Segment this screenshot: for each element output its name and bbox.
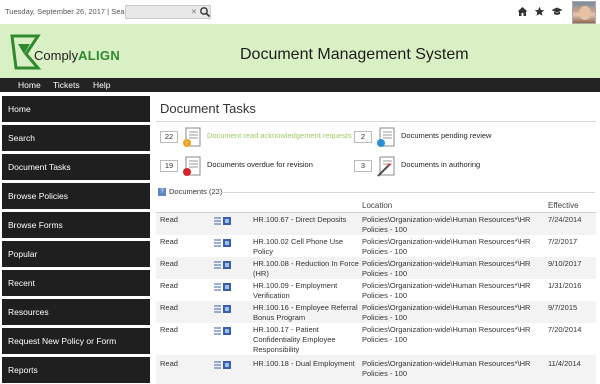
pending-review-icon[interactable]: [376, 127, 396, 149]
table-row[interactable]: Read HR.100.08 - Reduction In Force (HR) …: [156, 257, 596, 279]
list-details-icon[interactable]: [214, 360, 232, 370]
document-location: Policies\Organization-wide\Human Resourc…: [362, 359, 531, 378]
authoring-icon[interactable]: [376, 156, 396, 178]
document-title[interactable]: HR.100.18 - Dual Employment: [253, 359, 355, 369]
sidebar-item-popular[interactable]: Popular: [2, 241, 150, 267]
table-row[interactable]: Read HR.100.02 Cell Phone Use Policy Poli…: [156, 235, 596, 257]
effective-date: 7/20/2014: [548, 325, 582, 334]
sidebar-item-browse-forms[interactable]: Browse Forms: [2, 212, 150, 238]
document-title[interactable]: HR.100.09 - Employment Verification: [253, 281, 337, 301]
document-title[interactable]: HR.100.02 Cell Phone Use Policy: [253, 237, 343, 257]
task-count-authoring: 3: [354, 160, 372, 172]
effective-date: 9/10/2017: [548, 259, 582, 268]
effective-date: 7/2/2017: [548, 237, 578, 246]
list-details-icon[interactable]: [214, 326, 232, 336]
sidebar: Home Search Document Tasks Browse Polici…: [0, 92, 150, 384]
current-date: Tuesday, September 26, 2017 | Search: [5, 7, 135, 16]
effective-date: 11/4/2014: [548, 359, 581, 368]
header-banner: ComplyALIGN Document Management System: [0, 24, 600, 78]
list-details-icon[interactable]: [214, 304, 232, 314]
document-title[interactable]: HR.100.67 - Direct Deposits: [253, 215, 346, 225]
system-title: Document Management System: [240, 46, 469, 63]
document-location: Policies\Organization-wide\Human Resourc…: [362, 281, 531, 300]
task-count-acknowledgement: 22: [160, 131, 178, 143]
home-icon[interactable]: [517, 6, 528, 17]
sidebar-item-reports[interactable]: Reports: [2, 357, 150, 383]
column-header-effective[interactable]: Effective: [548, 201, 579, 210]
table-row[interactable]: Read HR.100.09 - Employment Verification …: [156, 279, 596, 301]
title-divider: [156, 121, 596, 122]
task-overdue-link[interactable]: Documents overdue for revision: [207, 160, 313, 169]
sidebar-item-resources[interactable]: Resources: [2, 299, 150, 325]
table-row[interactable]: Read HR.100.67 - Direct Deposits Policie…: [156, 213, 596, 235]
read-action[interactable]: Read: [160, 359, 178, 369]
task-acknowledgement-link[interactable]: Document read acknowledgement requests: [207, 131, 352, 140]
nav-help[interactable]: Help: [93, 80, 110, 90]
sidebar-item-search[interactable]: Search: [2, 125, 150, 151]
top-strip: Tuesday, September 26, 2017 | Search ✕: [0, 0, 600, 24]
read-action[interactable]: Read: [160, 325, 178, 335]
document-title[interactable]: HR.100.16 - Employee Referral Bonus Progr…: [253, 303, 358, 323]
read-action[interactable]: Read: [160, 215, 178, 225]
list-details-icon[interactable]: [214, 238, 232, 248]
sidebar-item-home[interactable]: Home: [2, 96, 150, 122]
document-location: Policies\Organization-wide\Human Resourc…: [362, 215, 531, 234]
brand-name: ComplyALIGN: [34, 48, 121, 63]
document-location: Policies\Organization-wide\Human Resourc…: [362, 325, 531, 344]
nav-home[interactable]: Home: [18, 80, 41, 90]
task-count-overdue: 19: [160, 160, 178, 172]
document-title[interactable]: HR.100.17 - Patient Confidentiality Emplo…: [253, 325, 336, 355]
sidebar-item-browse-policies[interactable]: Browse Policies: [2, 183, 150, 209]
effective-date: 7/24/2014: [548, 215, 582, 224]
acknowledgement-icon[interactable]: !: [182, 127, 202, 149]
documents-section-header[interactable]: ? Documents (22): [158, 187, 222, 196]
help-icon: ?: [158, 187, 166, 196]
sidebar-item-request-new[interactable]: Request New Policy or Form: [2, 328, 150, 354]
effective-date: 9/7/2015: [548, 303, 578, 312]
star-icon[interactable]: [534, 6, 545, 17]
task-pending-review-link[interactable]: Documents pending review: [401, 131, 491, 140]
documents-divider: [215, 192, 595, 193]
table-row[interactable]: Read HR.100.17 - Patient Confidentiality …: [156, 323, 596, 355]
search-input[interactable]: [126, 6, 188, 18]
user-avatar[interactable]: [572, 1, 596, 24]
effective-date: 1/31/2016: [548, 281, 582, 290]
sidebar-item-recent[interactable]: Recent: [2, 270, 150, 296]
overdue-revision-icon[interactable]: [182, 156, 202, 178]
graduation-cap-icon[interactable]: [551, 6, 563, 17]
task-count-pending-review: 2: [354, 131, 372, 143]
document-location: Policies\Organization-wide\Human Resourc…: [362, 303, 531, 322]
nav-tickets[interactable]: Tickets: [53, 80, 80, 90]
read-action[interactable]: Read: [160, 259, 178, 269]
list-details-icon[interactable]: [214, 260, 232, 270]
list-details-icon[interactable]: [214, 216, 232, 226]
search-box: ✕: [125, 5, 211, 19]
table-row[interactable]: Read HR.100.18 - Dual Employment Policie…: [156, 355, 596, 384]
document-location: Policies\Organization-wide\Human Resourc…: [362, 259, 531, 278]
sidebar-item-document-tasks[interactable]: Document Tasks: [2, 154, 150, 180]
list-details-icon[interactable]: [214, 282, 232, 292]
task-authoring-link[interactable]: Documents in authoring: [401, 160, 480, 169]
table-row[interactable]: Read HR.100.16 - Employee Referral Bonus …: [156, 301, 596, 323]
document-location: Policies\Organization-wide\Human Resourc…: [362, 237, 531, 256]
page-title: Document Tasks: [160, 101, 256, 116]
search-icon[interactable]: [199, 6, 211, 18]
read-action[interactable]: Read: [160, 281, 178, 291]
document-title[interactable]: HR.100.08 - Reduction In Force (HR): [253, 259, 359, 279]
read-action[interactable]: Read: [160, 303, 178, 313]
column-header-location[interactable]: Location: [362, 201, 392, 210]
read-action[interactable]: Read: [160, 237, 178, 247]
main-nav: Home Tickets Help: [0, 78, 600, 92]
clear-search-icon[interactable]: ✕: [191, 8, 197, 16]
